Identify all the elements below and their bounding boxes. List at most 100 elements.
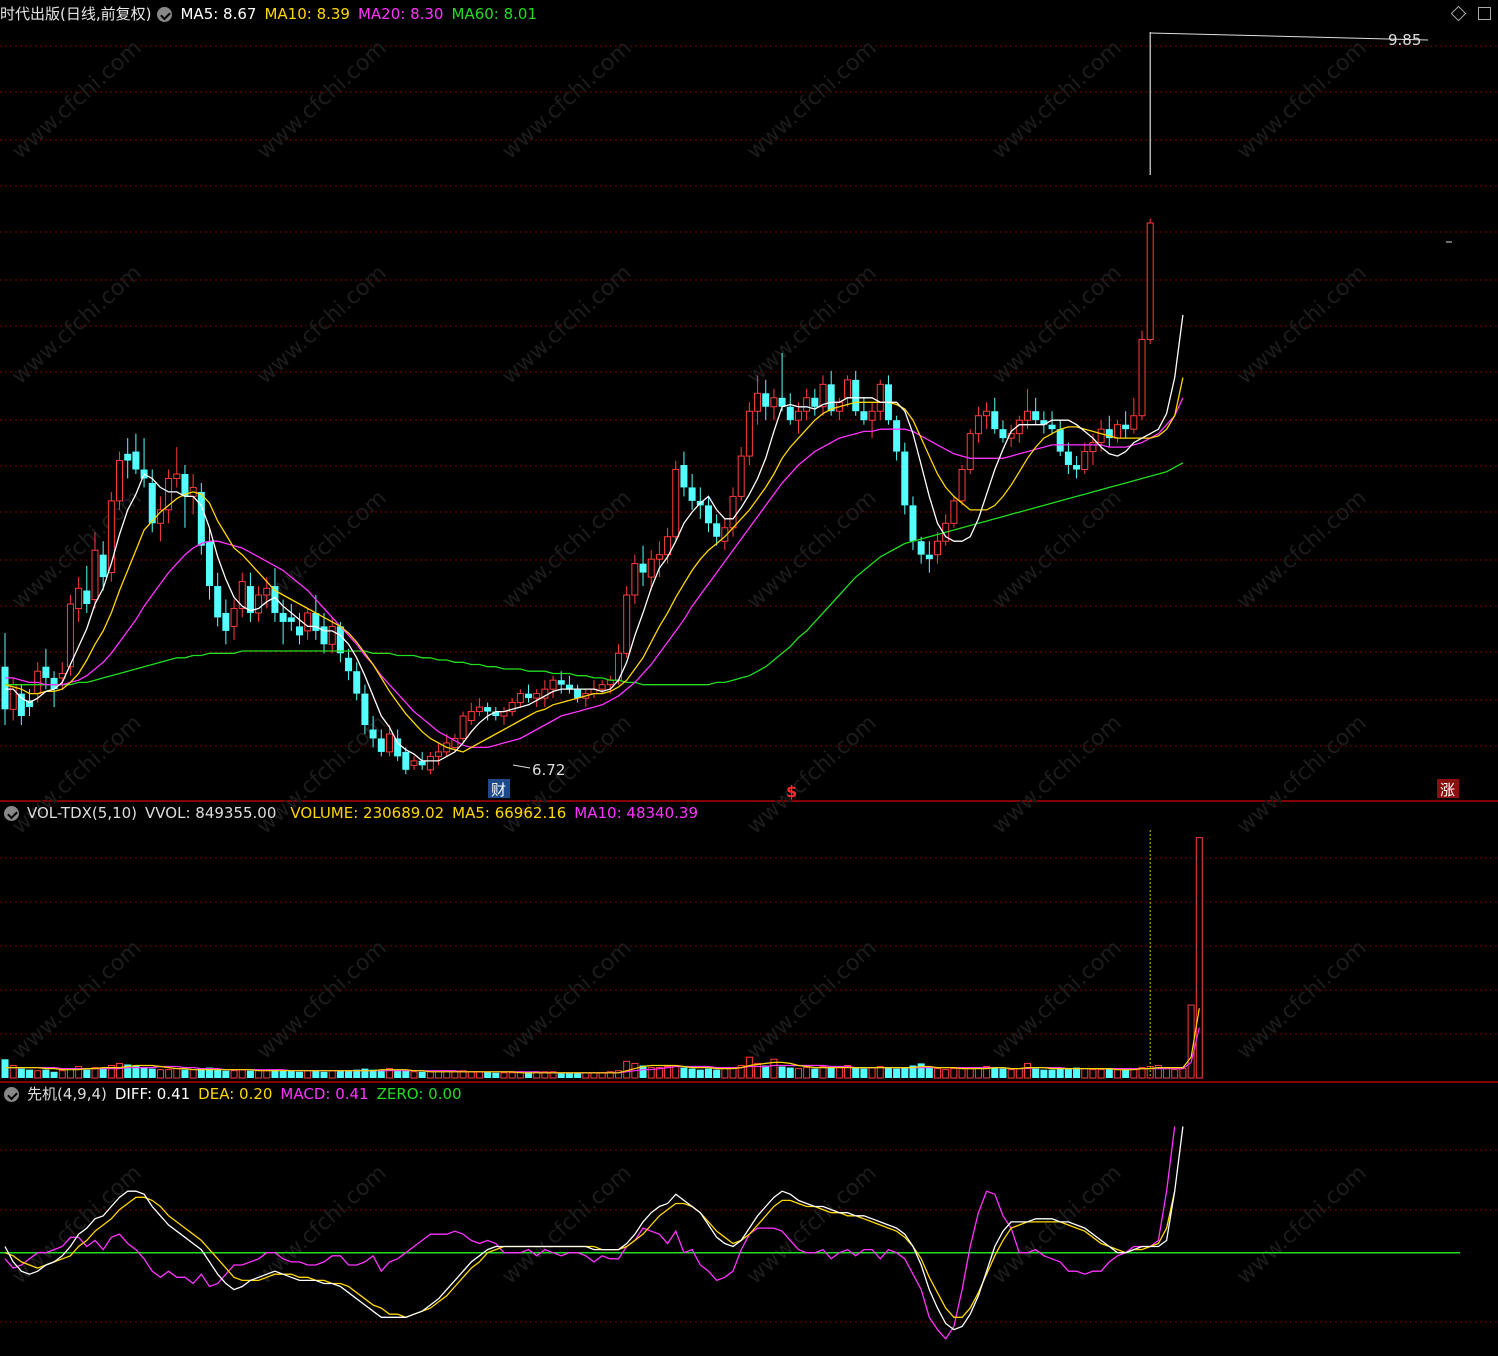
candle-body-down: [909, 505, 917, 542]
volume-bar-up: [590, 1072, 598, 1079]
volume-bar-down: [148, 1068, 156, 1078]
volume-bar-down: [361, 1068, 369, 1078]
candle-body-up: [66, 603, 74, 668]
volume-bar-down: [222, 1070, 230, 1078]
volume-bar-up: [230, 1070, 238, 1079]
candle-body-up: [794, 410, 802, 421]
macd-legend: 先机(4,9,4) DIFF: 0.41 DEA: 0.20 MACD: 0.4…: [0, 1082, 470, 1106]
candle-body-up: [770, 397, 778, 408]
watermark-text: www.cfchi.com: [252, 36, 391, 165]
low-price-label: 6.72: [532, 761, 565, 779]
candle-body-up: [230, 607, 238, 627]
ma20-legend: MA20: 8.30: [357, 5, 444, 23]
candle-body-down: [148, 482, 156, 524]
candle-body-up: [623, 594, 631, 654]
volume-bar-down: [1056, 1068, 1064, 1078]
volume-bar-down: [181, 1069, 189, 1078]
candle-body-down: [197, 491, 205, 546]
volume-bar-down: [893, 1068, 901, 1078]
volume-bar-down: [336, 1070, 344, 1078]
volume-bar-down: [320, 1071, 328, 1078]
candle-body-down: [83, 590, 91, 604]
volume-bar-up: [304, 1070, 312, 1079]
volume-bar-up: [328, 1070, 336, 1079]
stock-title: 时代出版(日线,前复权): [0, 5, 152, 23]
watermark-text: www.cfchi.com: [497, 36, 636, 165]
volume-bar-up: [1089, 1069, 1097, 1079]
candle-body-down: [1056, 429, 1064, 452]
volume-bar-up: [263, 1070, 271, 1079]
watermark-text: www.cfchi.com: [1232, 486, 1371, 615]
volume-bar-up: [238, 1069, 246, 1079]
settings-toggle-icon[interactable]: [4, 805, 19, 821]
volume-bar-up: [745, 1056, 753, 1079]
volume-indicator-name: VOL-TDX(5,10): [27, 804, 138, 822]
candle-body-up: [533, 693, 541, 699]
volume-bar-down: [713, 1069, 721, 1078]
macd-value-legend: MACD: 0.41: [280, 1085, 369, 1103]
volume-bar-down: [778, 1066, 786, 1078]
candle-body-up: [475, 706, 483, 713]
candle-body-up: [745, 410, 753, 457]
volume-bar-up: [116, 1062, 124, 1079]
volume-bar-down: [557, 1072, 565, 1078]
volume-bar-down: [1040, 1069, 1048, 1078]
volume-bar-up: [475, 1071, 483, 1079]
watermark-text: www.cfchi.com: [987, 936, 1126, 1065]
volume-bar-up: [966, 1068, 974, 1079]
watermark-text: www.cfchi.com: [252, 1161, 391, 1290]
candle-body-down: [484, 707, 492, 712]
volume-bar-up: [410, 1071, 418, 1079]
volume-bar-down: [574, 1072, 582, 1078]
candle-body-up: [116, 460, 124, 502]
candle-body-up: [983, 410, 991, 417]
grid-layer: [0, 45, 1498, 1323]
volume-bar-down: [884, 1067, 892, 1078]
candle-body-down: [713, 523, 721, 537]
ma10-legend: MA10: 8.39: [264, 5, 350, 23]
candle-body-up: [467, 711, 475, 722]
volume-bar-down: [917, 1063, 925, 1078]
watermark-text: www.cfchi.com: [742, 1161, 881, 1290]
volume-bar-up: [1113, 1069, 1121, 1079]
volume-bar-up: [1195, 837, 1203, 1079]
vvol-legend: VVOL: 849355.00: [145, 804, 277, 822]
candle-body-up: [426, 755, 434, 771]
watermark-text: www.cfchi.com: [497, 936, 636, 1065]
candle-body-down: [345, 657, 353, 672]
chart-stage: www.cfchi.com www.cfchi.com www.cfchi.com w…: [0, 0, 1498, 1352]
candle-body-down: [827, 384, 835, 412]
candle-body-down: [361, 693, 369, 726]
candle-body-down: [279, 612, 287, 622]
price-legend: 时代出版(日线,前复权) MA5: 8.67 MA10: 8.39 MA20: …: [0, 2, 545, 26]
volume-bar-down: [312, 1070, 320, 1078]
volume-bar-down: [680, 1067, 688, 1078]
candle-body-down: [1048, 424, 1056, 430]
volume-bar-up: [165, 1069, 173, 1079]
settings-toggle-icon[interactable]: [157, 6, 173, 22]
candle-body-down: [1032, 411, 1040, 421]
diff-legend: DIFF: 0.41: [114, 1085, 191, 1103]
watermark-text: www.cfchi.com: [1232, 936, 1371, 1065]
volume-bar-up: [868, 1067, 876, 1079]
watermark-text: www.cfchi.com: [497, 1161, 636, 1290]
volume-bar-down: [565, 1072, 573, 1078]
watermark-text: www.cfchi.com: [742, 936, 881, 1065]
settings-toggle-icon[interactable]: [4, 1086, 19, 1102]
volume-bar-down: [860, 1068, 868, 1078]
volume-bar-down: [999, 1068, 1007, 1078]
candle-body-down: [860, 411, 868, 421]
candle-body-up: [516, 693, 524, 704]
volume-bar-up: [1179, 1068, 1187, 1079]
volume-ma5-legend: MA5: 66962.16: [452, 804, 567, 822]
candle-body-down: [377, 738, 385, 752]
candle-body-up: [934, 540, 942, 556]
candle-body-down: [402, 751, 410, 770]
close-box-icon[interactable]: [1478, 7, 1491, 20]
watermark-text: www.cfchi.com: [7, 936, 146, 1065]
volume-bar-down: [50, 1071, 58, 1078]
watermark-text: www.cfchi.com: [7, 1161, 146, 1290]
volume-bar-up: [1024, 1062, 1031, 1079]
candle-body-down: [214, 586, 222, 618]
candle-body-up: [647, 558, 655, 578]
